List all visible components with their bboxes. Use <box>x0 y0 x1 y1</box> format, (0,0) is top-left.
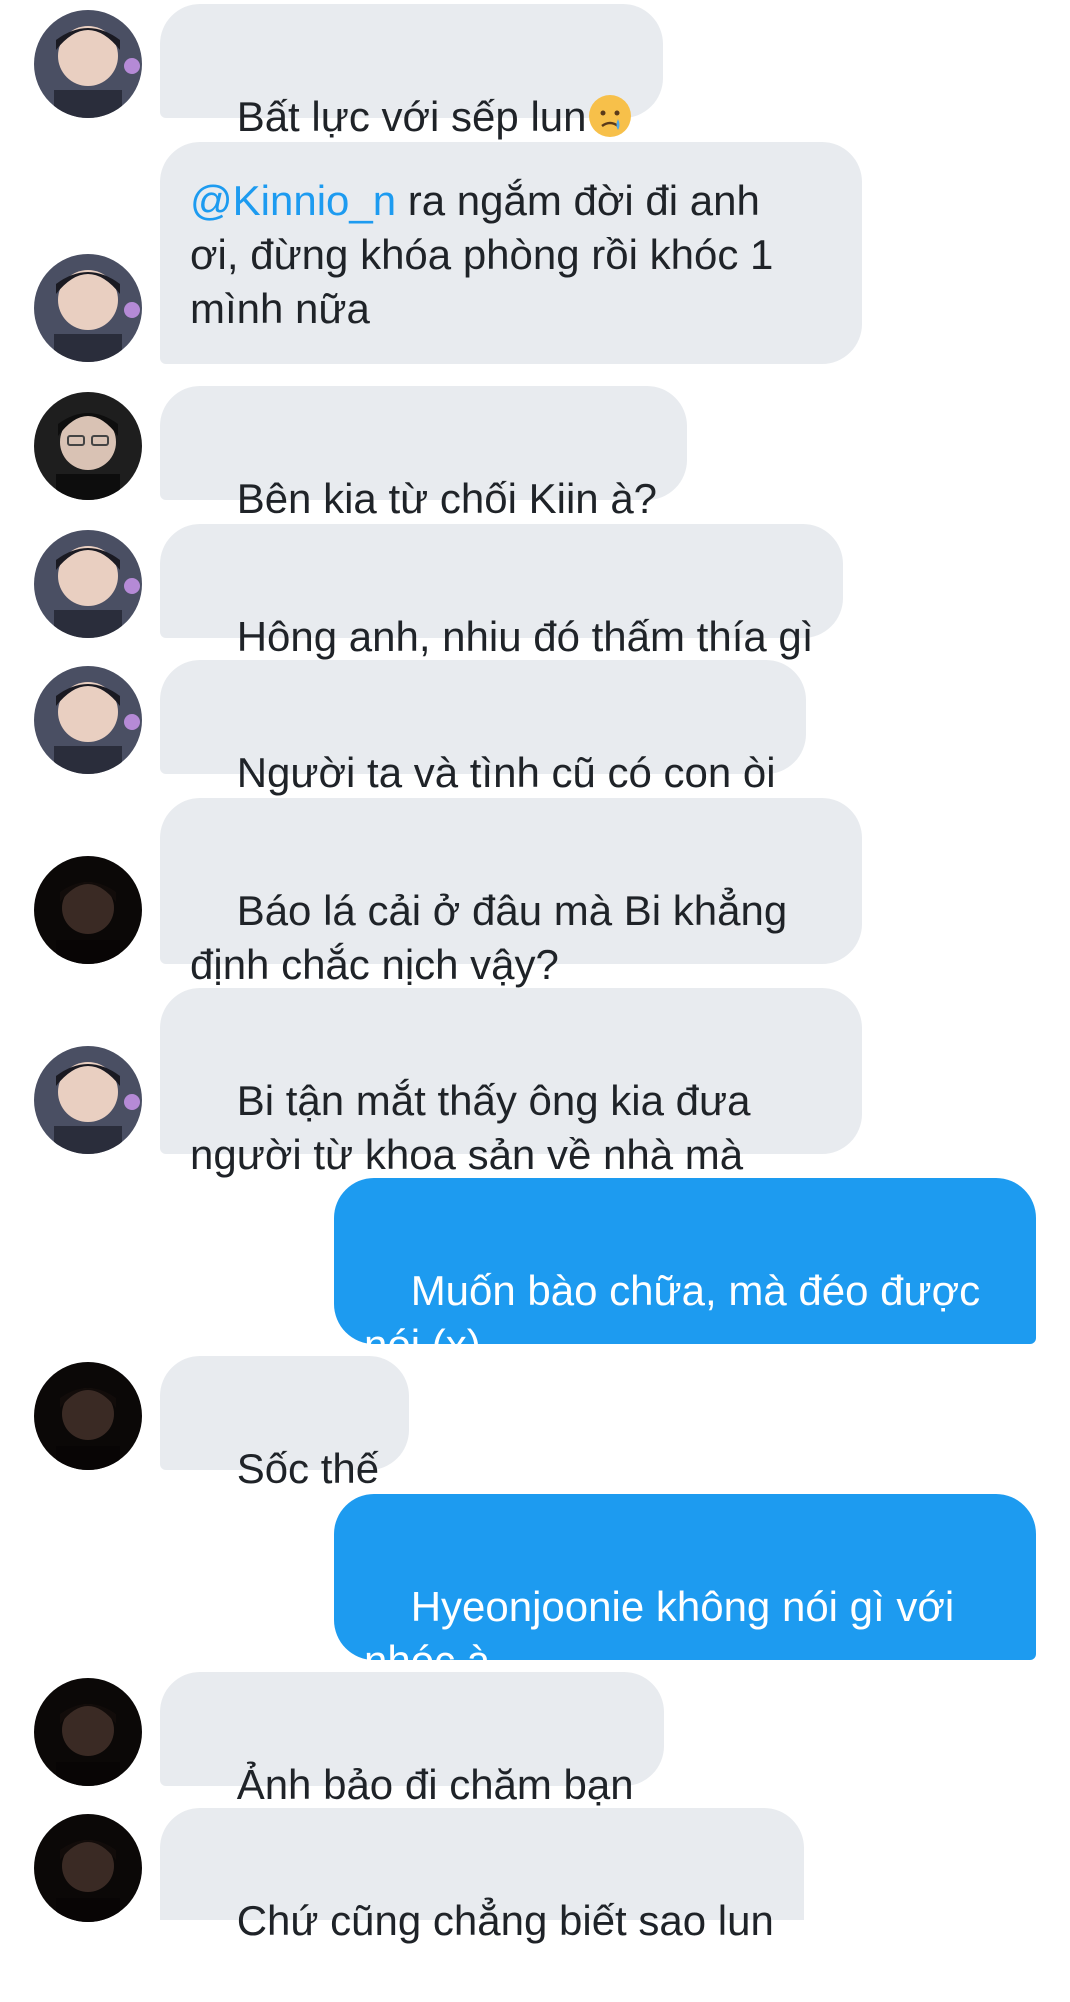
message-text: Muốn bào chữa, mà đéo được nói (x) <box>364 1267 981 1368</box>
avatar-a-image <box>34 530 142 638</box>
avatar[interactable] <box>34 10 142 118</box>
message-text: Bi tận mắt thấy ông kia đưa người từ kho… <box>190 1077 751 1178</box>
avatar[interactable] <box>34 1814 142 1922</box>
user-mention-link[interactable]: @Kinnio_n <box>190 177 396 224</box>
avatar-a-image <box>34 254 142 362</box>
avatar[interactable] <box>34 392 142 500</box>
avatar-c-image <box>34 1678 142 1786</box>
avatar[interactable] <box>34 1362 142 1470</box>
message-bubble[interactable]: Sốc thế <box>160 1356 410 1492</box>
avatar-a-image <box>34 1046 142 1154</box>
message-bubble-outgoing[interactable]: Muốn bào chữa, mà đéo được nói (x) <box>334 1178 1036 1368</box>
message-text: Bên kia từ chối Kiin à? <box>236 475 658 522</box>
message-bubble[interactable]: Bi tận mắt thấy ông kia đưa người từ kho… <box>160 988 862 1178</box>
avatar-a-image <box>34 666 142 774</box>
avatar[interactable] <box>34 856 142 964</box>
message-bubble[interactable]: Bất lực với sếp lun <box>160 4 663 140</box>
avatar-c-image <box>34 856 142 964</box>
message-text: Bất lực với sếp lun <box>236 93 587 140</box>
message-bubble-outgoing[interactable]: Hyeonjoonie không nói gì với nhóc à <box>334 1494 1036 1684</box>
message-bubble[interactable]: Chứ cũng chẳng biết sao lun <box>160 1808 804 1944</box>
message-bubble[interactable]: @Kinnio_n ra ngắm đời đi anh ơi, đừng kh… <box>160 142 862 364</box>
avatar[interactable] <box>34 666 142 774</box>
avatar-c-image <box>34 1362 142 1470</box>
avatar[interactable] <box>34 254 142 362</box>
message-bubble[interactable]: Bên kia từ chối Kiin à? <box>160 386 688 522</box>
crying-face-emoji <box>588 95 631 137</box>
message-bubble[interactable]: Báo lá cải ở đâu mà Bi khẳng định chắc n… <box>160 798 862 988</box>
message-bubble[interactable]: Hông anh, nhiu đó thấm thía gì <box>160 524 844 660</box>
avatar-a-image <box>34 10 142 118</box>
message-text: Sốc thế <box>236 1445 380 1492</box>
message-bubble[interactable]: Ảnh bảo đi chăm bạn <box>160 1672 664 1808</box>
avatar[interactable] <box>34 1678 142 1786</box>
message-text: Người ta và tình cũ có con òi <box>236 749 776 796</box>
avatar-c-image <box>34 1814 142 1922</box>
avatar[interactable] <box>34 1046 142 1154</box>
message-text: Báo lá cải ở đâu mà Bi khẳng định chắc n… <box>190 887 788 988</box>
message-text: Chứ cũng chẳng biết sao lun <box>236 1897 774 1944</box>
avatar-b-image <box>34 392 142 500</box>
message-bubble[interactable]: Người ta và tình cũ có con òi <box>160 660 806 796</box>
message-text: Ảnh bảo đi chăm bạn <box>236 1761 634 1808</box>
avatar[interactable] <box>34 530 142 638</box>
message-text: Hyeonjoonie không nói gì với nhóc à <box>364 1583 955 1684</box>
message-text: Hông anh, nhiu đó thấm thía gì <box>236 613 814 660</box>
